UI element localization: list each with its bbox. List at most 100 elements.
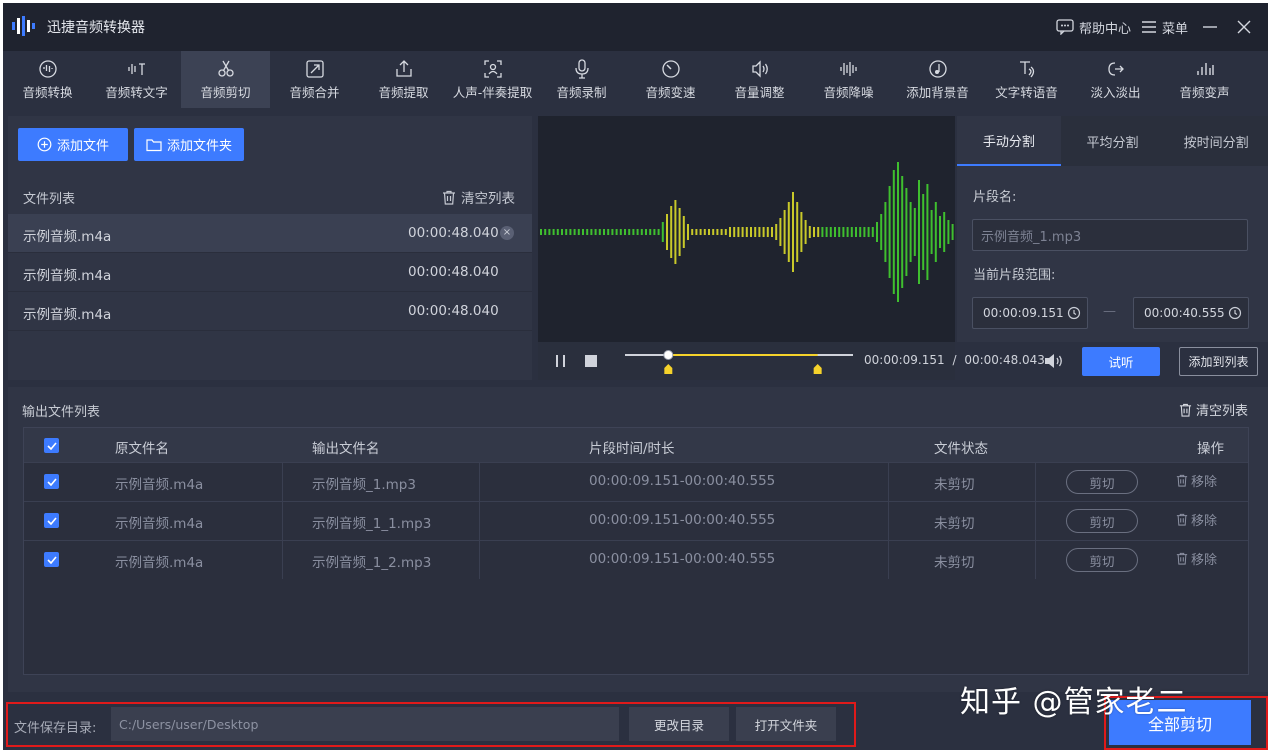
header-actions: 操作: [1197, 441, 1224, 457]
toolbar-item-vocal-extract[interactable]: 人声-伴奏提取: [448, 51, 537, 108]
preview-button[interactable]: 试听: [1082, 347, 1160, 376]
split-settings-panel: 手动分割 平均分割 按时间分割 片段名: 示例音频_1.mp3 当前片段范围: …: [957, 116, 1268, 342]
file-duration: 00:00:48.040: [408, 303, 499, 319]
remove-button[interactable]: 移除: [1176, 471, 1217, 490]
toolbar-item-audio-convert[interactable]: 音频转换: [3, 51, 92, 108]
segment-range-cell: 00:00:09.151-00:00:40.555: [589, 473, 776, 489]
check-icon: [46, 441, 57, 450]
toolbar-item-voice-change[interactable]: 音频变声: [1160, 51, 1249, 108]
app-window: 迅捷音频转换器 帮助中心 菜单 音频转换 音频转文字 音频剪切 音频合并 音频提取 人声-…: [3, 3, 1268, 750]
clear-output-list-button[interactable]: 清空列表: [1179, 400, 1248, 419]
file-list-header: 文件列表 清空列表: [8, 178, 532, 214]
range-end-value: 00:00:40.555: [1144, 306, 1225, 320]
toolbar-item-volume[interactable]: 音量调整: [715, 51, 804, 108]
toolbar-item-speed[interactable]: 音频变速: [626, 51, 715, 108]
row-checkbox[interactable]: [44, 552, 59, 567]
add-folder-button[interactable]: 添加文件夹: [134, 128, 244, 161]
app-title: 迅捷音频转换器: [47, 20, 145, 36]
clear-output-list-label: 清空列表: [1195, 404, 1248, 419]
output-table-header: 原文件名 输出文件名 片段时间/时长 文件状态 操作: [24, 428, 1248, 462]
file-name: 示例音频.m4a: [23, 229, 112, 245]
selection-end-handle[interactable]: [813, 364, 822, 374]
clear-file-list-button[interactable]: 清空列表: [442, 187, 515, 207]
segment-name-input[interactable]: 示例音频_1.mp3: [972, 219, 1248, 251]
help-center-label: 帮助中心: [1078, 21, 1131, 37]
toolbar-item-fade[interactable]: 淡入淡出: [1071, 51, 1160, 108]
cut-button[interactable]: 剪切: [1066, 470, 1138, 494]
scissors-icon: [217, 60, 234, 77]
output-name-cell: 示例音频_1_1.mp3: [312, 516, 432, 532]
toolbar-item-scissors[interactable]: 音频剪切: [181, 51, 270, 108]
add-folder-label: 添加文件夹: [166, 139, 232, 154]
segment-range-cell: 00:00:09.151-00:00:40.555: [589, 551, 776, 567]
playhead-handle[interactable]: [663, 350, 674, 360]
output-list-title: 输出文件列表: [22, 405, 101, 420]
status-cell: 未剪切: [934, 516, 975, 532]
cut-button[interactable]: 剪切: [1066, 548, 1138, 572]
denoise-icon: [839, 61, 857, 76]
toolbar-item-label: 音频变速: [645, 84, 696, 100]
file-row[interactable]: 示例音频.m4a 00:00:48.040: [8, 253, 532, 292]
remove-file-icon[interactable]: ×: [500, 226, 514, 240]
toolbar-item-background-music[interactable]: 添加背景音: [893, 51, 982, 108]
file-list-title: 文件列表: [23, 192, 76, 207]
check-icon: [46, 516, 57, 525]
background-music-icon: [928, 59, 947, 78]
toolbar-item-microphone[interactable]: 音频录制: [537, 51, 626, 108]
range-start-value: 00:00:09.151: [983, 306, 1064, 320]
row-checkbox[interactable]: [44, 513, 59, 528]
row-checkbox[interactable]: [44, 474, 59, 489]
remove-button[interactable]: 移除: [1176, 510, 1217, 529]
toolbar-item-label: 音频录制: [556, 84, 607, 100]
file-row[interactable]: 示例音频.m4a 00:00:48.040 ×: [8, 214, 532, 253]
tab-time-split[interactable]: 按时间分割: [1164, 116, 1268, 166]
toolbar-item-audio-to-text[interactable]: 音频转文字: [92, 51, 181, 108]
toolbar-item-denoise[interactable]: 音频降噪: [804, 51, 893, 108]
range-start-input[interactable]: 00:00:09.151: [972, 297, 1088, 329]
remove-button[interactable]: 移除: [1176, 549, 1217, 568]
history-icon[interactable]: [1228, 306, 1242, 320]
tab-average-split[interactable]: 平均分割: [1061, 116, 1165, 166]
add-to-list-button[interactable]: 添加到列表: [1179, 347, 1258, 376]
minimize-button[interactable]: [1198, 15, 1222, 39]
toolbar-item-extract[interactable]: 音频提取: [359, 51, 448, 108]
total-time: 00:00:48.043: [964, 353, 1045, 367]
toolbar-item-label: 淡入淡出: [1090, 84, 1141, 100]
output-table: 原文件名 输出文件名 片段时间/时长 文件状态 操作 示例音频.m4a 示例音频_…: [23, 427, 1249, 675]
waveform-view[interactable]: [538, 116, 958, 342]
tab-manual-split[interactable]: 手动分割: [957, 116, 1061, 166]
help-center-button[interactable]: 帮助中心: [1056, 18, 1131, 37]
toolbar-item-label: 音频提取: [378, 84, 429, 100]
status-cell: 未剪切: [934, 555, 975, 571]
volume-icon[interactable]: [1044, 353, 1064, 369]
toolbar-item-label: 音频转换: [22, 84, 73, 100]
select-all-checkbox[interactable]: [44, 438, 59, 453]
range-dash: —: [1103, 304, 1116, 319]
toolbar-item-merge[interactable]: 音频合并: [270, 51, 359, 108]
check-icon: [46, 477, 57, 486]
toolbar-item-label: 添加背景音: [906, 84, 969, 100]
close-button[interactable]: [1232, 15, 1256, 39]
cut-button[interactable]: 剪切: [1066, 509, 1138, 533]
segment-name-label: 片段名:: [973, 190, 1017, 205]
check-icon: [46, 555, 57, 564]
chat-help-icon: [1056, 19, 1074, 35]
range-end-input[interactable]: 00:00:40.555: [1133, 297, 1249, 329]
add-file-button[interactable]: 添加文件: [18, 128, 128, 161]
file-row[interactable]: 示例音频.m4a 00:00:48.040: [8, 292, 532, 331]
table-row: 示例音频.m4a 示例音频_1.mp3 00:00:09.151-00:00:40.…: [24, 462, 1248, 501]
history-icon[interactable]: [1067, 306, 1081, 320]
output-name-cell: 示例音频_1_2.mp3: [312, 555, 432, 571]
player-time: 00:00:09.151 / 00:00:48.043: [864, 353, 1045, 367]
toolbar-item-text-to-speech[interactable]: 文字转语音: [982, 51, 1071, 108]
toolbar-item-label: 音频剪切: [200, 84, 251, 100]
stop-icon[interactable]: [585, 355, 597, 367]
pause-icon[interactable]: [555, 355, 567, 367]
selection-start-handle[interactable]: [664, 364, 673, 374]
close-icon: [1237, 20, 1251, 34]
minimize-icon: [1203, 26, 1217, 28]
trash-icon: [1176, 552, 1188, 565]
timeline-slider[interactable]: [623, 350, 855, 376]
file-duration: 00:00:48.040: [408, 225, 499, 241]
menu-button[interactable]: 菜单: [1141, 18, 1188, 37]
